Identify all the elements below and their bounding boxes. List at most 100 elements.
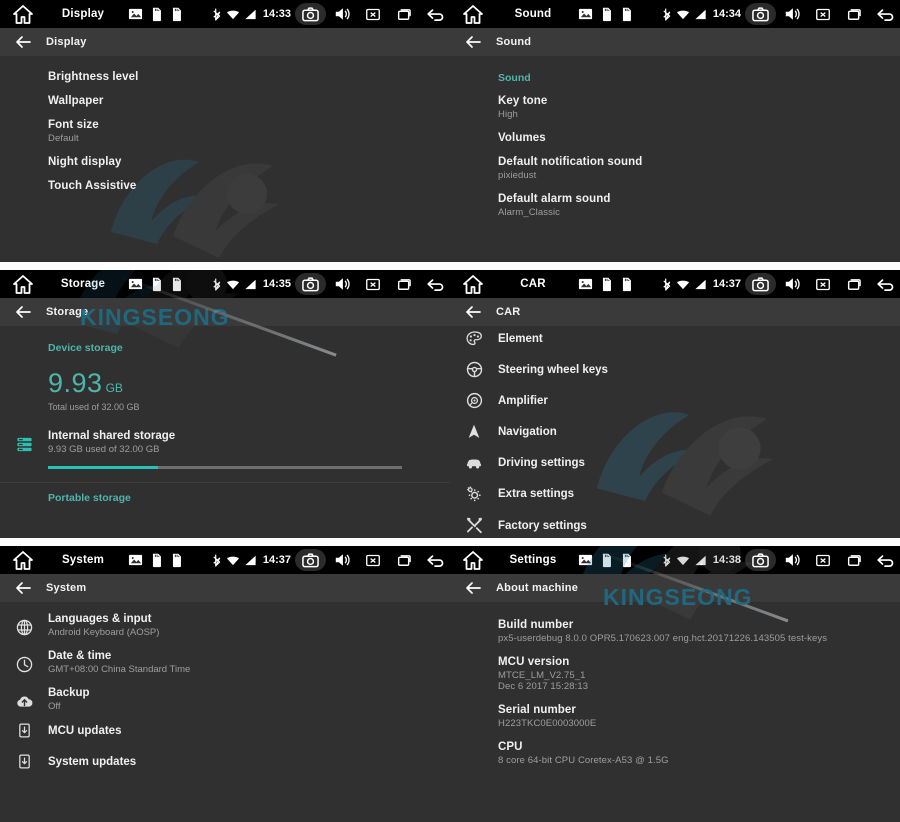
volume-icon[interactable] [776, 0, 807, 28]
home-button[interactable] [450, 274, 496, 295]
close-box-icon[interactable] [807, 0, 838, 28]
close-box-icon[interactable] [357, 546, 388, 574]
home-button[interactable] [0, 550, 46, 571]
list-item-subtitle: MTCE_LM_V2.75_1 [498, 670, 586, 681]
wifi-icon [226, 278, 240, 290]
back-button[interactable] [450, 580, 496, 596]
list-item-subtitle: High [498, 109, 518, 120]
recents-icon[interactable] [838, 0, 869, 28]
list-item-key-tone[interactable]: Key tone High [450, 84, 900, 121]
list-item-volumes[interactable]: Volumes [450, 121, 900, 145]
back-button[interactable] [0, 304, 46, 320]
camera-icon[interactable] [745, 549, 776, 571]
list-item-title: Volumes [498, 132, 546, 144]
list-item-night-display[interactable]: Night display [0, 145, 450, 169]
statusbar-title: System [61, 554, 105, 566]
sdcard-icon [170, 552, 183, 568]
list-item-default-alarm-sound[interactable]: Default alarm sound Alarm_Classic [450, 182, 900, 219]
back-arrow-icon[interactable] [419, 546, 450, 574]
sdcard-icon [150, 276, 163, 292]
back-button[interactable] [450, 304, 496, 320]
back-arrow-icon[interactable] [419, 270, 450, 298]
list-item-title: Night display [48, 156, 122, 168]
list-item-wallpaper[interactable]: Wallpaper [0, 84, 450, 108]
list-item-factory-settings[interactable]: Factory settings [450, 510, 900, 538]
list-item-backup[interactable]: Backup Off [0, 678, 450, 715]
actionbar-title: System [46, 582, 87, 594]
camera-icon[interactable] [295, 273, 326, 295]
close-box-icon[interactable] [357, 0, 388, 28]
row-separator [0, 262, 900, 270]
close-box-icon[interactable] [807, 546, 838, 574]
list-item-element[interactable]: Element [450, 326, 900, 354]
back-arrow-icon[interactable] [869, 546, 900, 574]
statusbar: Settings 14:38 [450, 546, 900, 574]
statusbar-clock: 14:33 [262, 8, 291, 20]
back-arrow-icon[interactable] [869, 0, 900, 28]
back-button[interactable] [450, 34, 496, 50]
home-button[interactable] [450, 4, 496, 25]
list-item-languages-input[interactable]: Languages & input Android Keyboard (AOSP… [0, 604, 450, 641]
close-box-icon[interactable] [357, 270, 388, 298]
statusbar: CAR 14:37 [450, 270, 900, 298]
home-button[interactable] [0, 4, 46, 25]
volume-icon[interactable] [326, 270, 357, 298]
settings-list: Brightness level Wallpaper Font size Def… [0, 56, 450, 193]
recents-icon[interactable] [838, 270, 869, 298]
device-download-icon [0, 753, 48, 770]
back-arrow-icon[interactable] [419, 0, 450, 28]
recents-icon[interactable] [838, 546, 869, 574]
list-item-default-notification-sound[interactable]: Default notification sound pixiedust [450, 145, 900, 182]
sdcard-icon [620, 552, 633, 568]
list-item-mcu-updates[interactable]: MCU updates [0, 715, 450, 746]
list-item-title: Date & time [48, 650, 112, 662]
camera-icon[interactable] [745, 273, 776, 295]
back-button[interactable] [0, 580, 46, 596]
recents-icon[interactable] [388, 546, 419, 574]
recents-icon[interactable] [388, 0, 419, 28]
camera-icon[interactable] [295, 549, 326, 571]
category-label: Device storage [48, 342, 123, 354]
back-button[interactable] [0, 34, 46, 50]
list-item-driving-settings[interactable]: Driving settings [450, 447, 900, 478]
statusbar: Storage 14:35 [0, 270, 450, 298]
signal-icon [694, 278, 707, 290]
volume-icon[interactable] [776, 546, 807, 574]
list-item-font-size[interactable]: Font size Default [0, 108, 450, 145]
cloud-upload-icon [0, 687, 48, 710]
list-item-title: Build number [498, 619, 574, 631]
list-item-title: Element [498, 332, 543, 345]
back-arrow-icon[interactable] [869, 270, 900, 298]
actionbar: Display [0, 28, 450, 56]
list-item-navigation[interactable]: Navigation [450, 416, 900, 447]
volume-icon[interactable] [776, 270, 807, 298]
globe-icon [0, 613, 48, 636]
panel-storage: Storage 14:35 Storage KINGSEONG Device s… [0, 270, 450, 538]
list-item-amplifier[interactable]: Amplifier [450, 385, 900, 416]
list-item-internal-shared-storage[interactable]: Internal shared storage 9.93 GB used of … [0, 412, 450, 458]
volume-icon[interactable] [326, 546, 357, 574]
list-item-touch-assistive[interactable]: Touch Assistive [0, 169, 450, 193]
storage-total: 9.93 GB Total used of 32.00 GB [0, 354, 450, 412]
panel-car: CAR 14:37 CAR Element Steering wheel key… [450, 270, 900, 538]
category-label-portable: Portable storage [48, 492, 131, 504]
actionbar-title: Display [46, 36, 87, 48]
statusbar-clock: 14:34 [712, 8, 741, 20]
panel-about-machine: Settings 14:38 About machine KINGSEONG B… [450, 546, 900, 822]
camera-icon[interactable] [295, 3, 326, 25]
list-item-system-updates[interactable]: System updates [0, 746, 450, 777]
storage-used-unit: GB [105, 381, 123, 395]
list-item-brightness[interactable]: Brightness level [0, 60, 450, 84]
home-button[interactable] [0, 274, 46, 295]
list-item-steering-wheel-keys[interactable]: Steering wheel keys [450, 354, 900, 385]
list-item-date-time[interactable]: Date & time GMT+08:00 China Standard Tim… [0, 641, 450, 678]
camera-icon[interactable] [745, 3, 776, 25]
home-button[interactable] [450, 550, 496, 571]
close-box-icon[interactable] [807, 270, 838, 298]
actionbar: CAR [450, 298, 900, 326]
recents-icon[interactable] [388, 270, 419, 298]
list-item-title: Languages & input [48, 613, 152, 625]
list-item-extra-settings[interactable]: Extra settings [450, 478, 900, 510]
volume-icon[interactable] [326, 0, 357, 28]
statusbar-title: Storage [60, 278, 106, 290]
